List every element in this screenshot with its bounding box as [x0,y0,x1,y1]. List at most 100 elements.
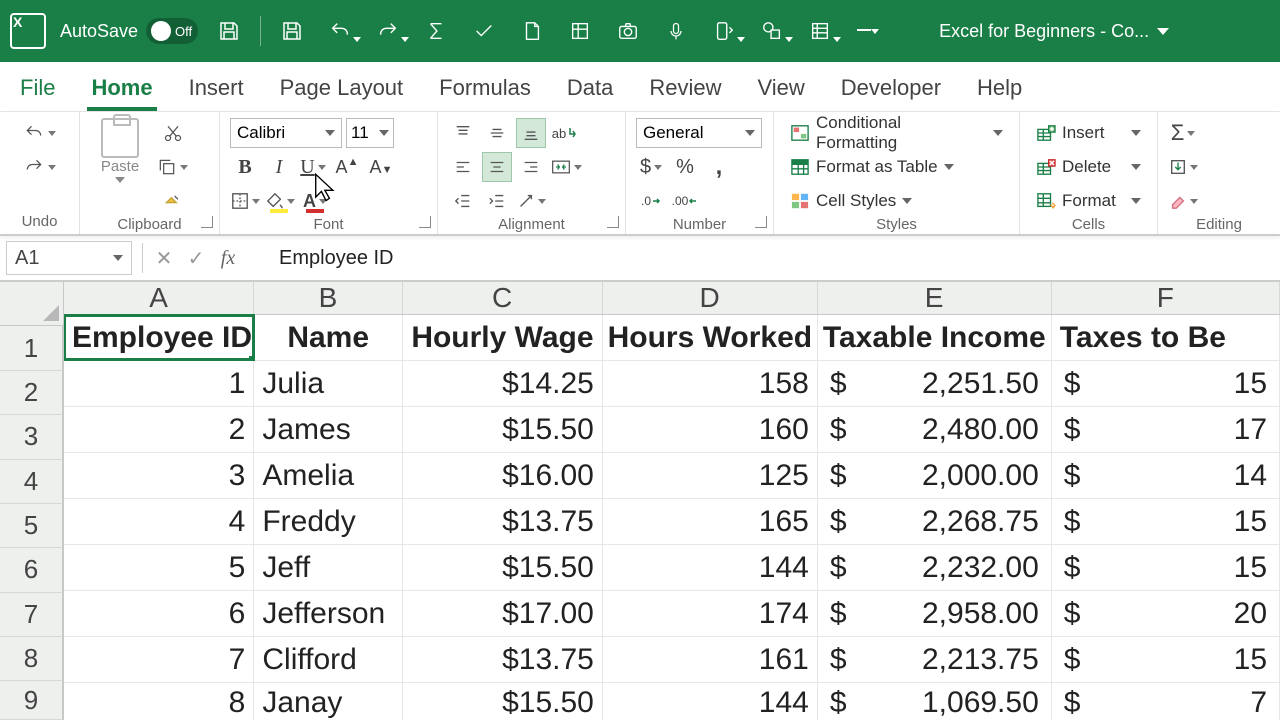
redo-button[interactable] [22,152,57,182]
cell-styles-button[interactable]: Cell Styles [784,186,1009,216]
form-icon[interactable] [803,14,837,48]
cell-e8[interactable]: $2,213.75 [818,637,1052,682]
cell-a1[interactable]: Employee ID [64,315,254,360]
autosave-control[interactable]: AutoSave Off [60,18,198,44]
cell-b9[interactable]: Janay [254,683,403,720]
font-name-select[interactable]: Calibri [230,118,342,148]
font-launcher[interactable] [419,216,431,228]
fill-button[interactable] [1168,152,1199,182]
document-title[interactable]: Excel for Beginners - Co... [939,21,1169,42]
cell-c8[interactable]: $13.75 [403,637,603,682]
cell-d1[interactable]: Hours Worked [603,315,818,360]
cell-a6[interactable]: 5 [64,545,254,590]
cell-e2[interactable]: $2,251.50 [818,361,1052,406]
percent-button[interactable]: % [670,152,700,182]
cell-c3[interactable]: $15.50 [403,407,603,452]
spellcheck-icon[interactable] [467,14,501,48]
format-as-table-button[interactable]: Format as Table [784,152,1009,182]
cell-d2[interactable]: 158 [603,361,818,406]
row-header-8[interactable]: 8 [0,637,63,681]
tab-help[interactable]: Help [973,67,1026,111]
select-all-corner[interactable] [0,282,63,326]
tab-page-layout[interactable]: Page Layout [276,67,408,111]
align-bottom-button[interactable] [516,118,546,148]
col-header-e[interactable]: E [818,282,1052,314]
row-header-4[interactable]: 4 [0,460,63,504]
align-right-button[interactable] [516,152,546,182]
wrap-text-button[interactable]: ab [550,118,580,148]
increase-indent-button[interactable] [482,186,512,216]
align-left-button[interactable] [448,152,478,182]
cell-d9[interactable]: 144 [603,683,818,720]
camera-icon[interactable] [611,14,645,48]
cell-f6[interactable]: $15 [1052,545,1280,590]
decrease-indent-button[interactable] [448,186,478,216]
bold-button[interactable]: B [230,152,260,182]
number-launcher[interactable] [755,216,767,228]
cell-c7[interactable]: $17.00 [403,591,603,636]
merge-button[interactable] [550,152,583,182]
cell-f9[interactable]: $7 [1052,683,1280,720]
row-header-7[interactable]: 7 [0,593,63,637]
touch-mode-icon[interactable] [707,14,741,48]
col-header-b[interactable]: B [254,282,402,314]
cancel-formula-icon[interactable]: ✕ [153,247,175,269]
cell-f5[interactable]: $15 [1052,499,1280,544]
accounting-button[interactable]: $ [636,152,666,182]
row-header-1[interactable]: 1 [0,326,63,370]
tab-developer[interactable]: Developer [837,67,945,111]
cell-c9[interactable]: $15.50 [403,683,603,720]
cell-e1[interactable]: Taxable Income [818,315,1052,360]
col-header-a[interactable]: A [64,282,254,314]
row-header-2[interactable]: 2 [0,371,63,415]
undo-icon[interactable] [323,14,357,48]
pivot-icon[interactable] [563,14,597,48]
increase-decimal-button[interactable]: .0 [636,186,666,216]
cell-c5[interactable]: $13.75 [403,499,603,544]
fill-color-button[interactable] [265,186,296,216]
cell-d3[interactable]: 160 [603,407,818,452]
cell-d6[interactable]: 144 [603,545,818,590]
font-size-select[interactable]: 11 [346,118,394,148]
undo-button[interactable] [22,118,57,148]
cell-c2[interactable]: $14.25 [403,361,603,406]
enter-formula-icon[interactable]: ✓ [185,247,207,269]
cell-b3[interactable]: James [254,407,403,452]
redo-icon[interactable] [371,14,405,48]
cell-a2[interactable]: 1 [64,361,254,406]
cell-b4[interactable]: Amelia [254,453,403,498]
name-box[interactable]: A1 [6,241,132,275]
col-header-f[interactable]: F [1052,282,1280,314]
cell-e3[interactable]: $2,480.00 [818,407,1052,452]
cell-d5[interactable]: 165 [603,499,818,544]
align-middle-button[interactable] [482,118,512,148]
tab-review[interactable]: Review [645,67,725,111]
conditional-formatting-button[interactable]: Conditional Formatting [784,118,1009,148]
cell-f7[interactable]: $20 [1052,591,1280,636]
cell-b7[interactable]: Jefferson [254,591,403,636]
paste-button[interactable]: Paste [90,118,150,183]
number-format-select[interactable]: General [636,118,762,148]
cell-f8[interactable]: $15 [1052,637,1280,682]
cell-e9[interactable]: $1,069.50 [818,683,1052,720]
cell-b5[interactable]: Freddy [254,499,403,544]
row-header-3[interactable]: 3 [0,415,63,459]
cell-c4[interactable]: $16.00 [403,453,603,498]
align-top-button[interactable] [448,118,478,148]
cell-b8[interactable]: Clifford [254,637,403,682]
shapes-icon[interactable] [755,14,789,48]
orientation-button[interactable] [516,186,547,216]
decrease-font-button[interactable]: A▼ [366,152,396,182]
borders-button[interactable] [230,186,261,216]
clipboard-launcher[interactable] [201,216,213,228]
fx-icon[interactable]: fx [217,247,239,269]
cell-f3[interactable]: $17 [1052,407,1280,452]
tab-formulas[interactable]: Formulas [435,67,535,111]
tab-view[interactable]: View [753,67,808,111]
save-as-icon[interactable] [275,14,309,48]
cell-e5[interactable]: $2,268.75 [818,499,1052,544]
cell-a3[interactable]: 2 [64,407,254,452]
autosum-icon[interactable] [419,14,453,48]
col-header-d[interactable]: D [603,282,818,314]
comma-button[interactable]: , [704,152,734,182]
